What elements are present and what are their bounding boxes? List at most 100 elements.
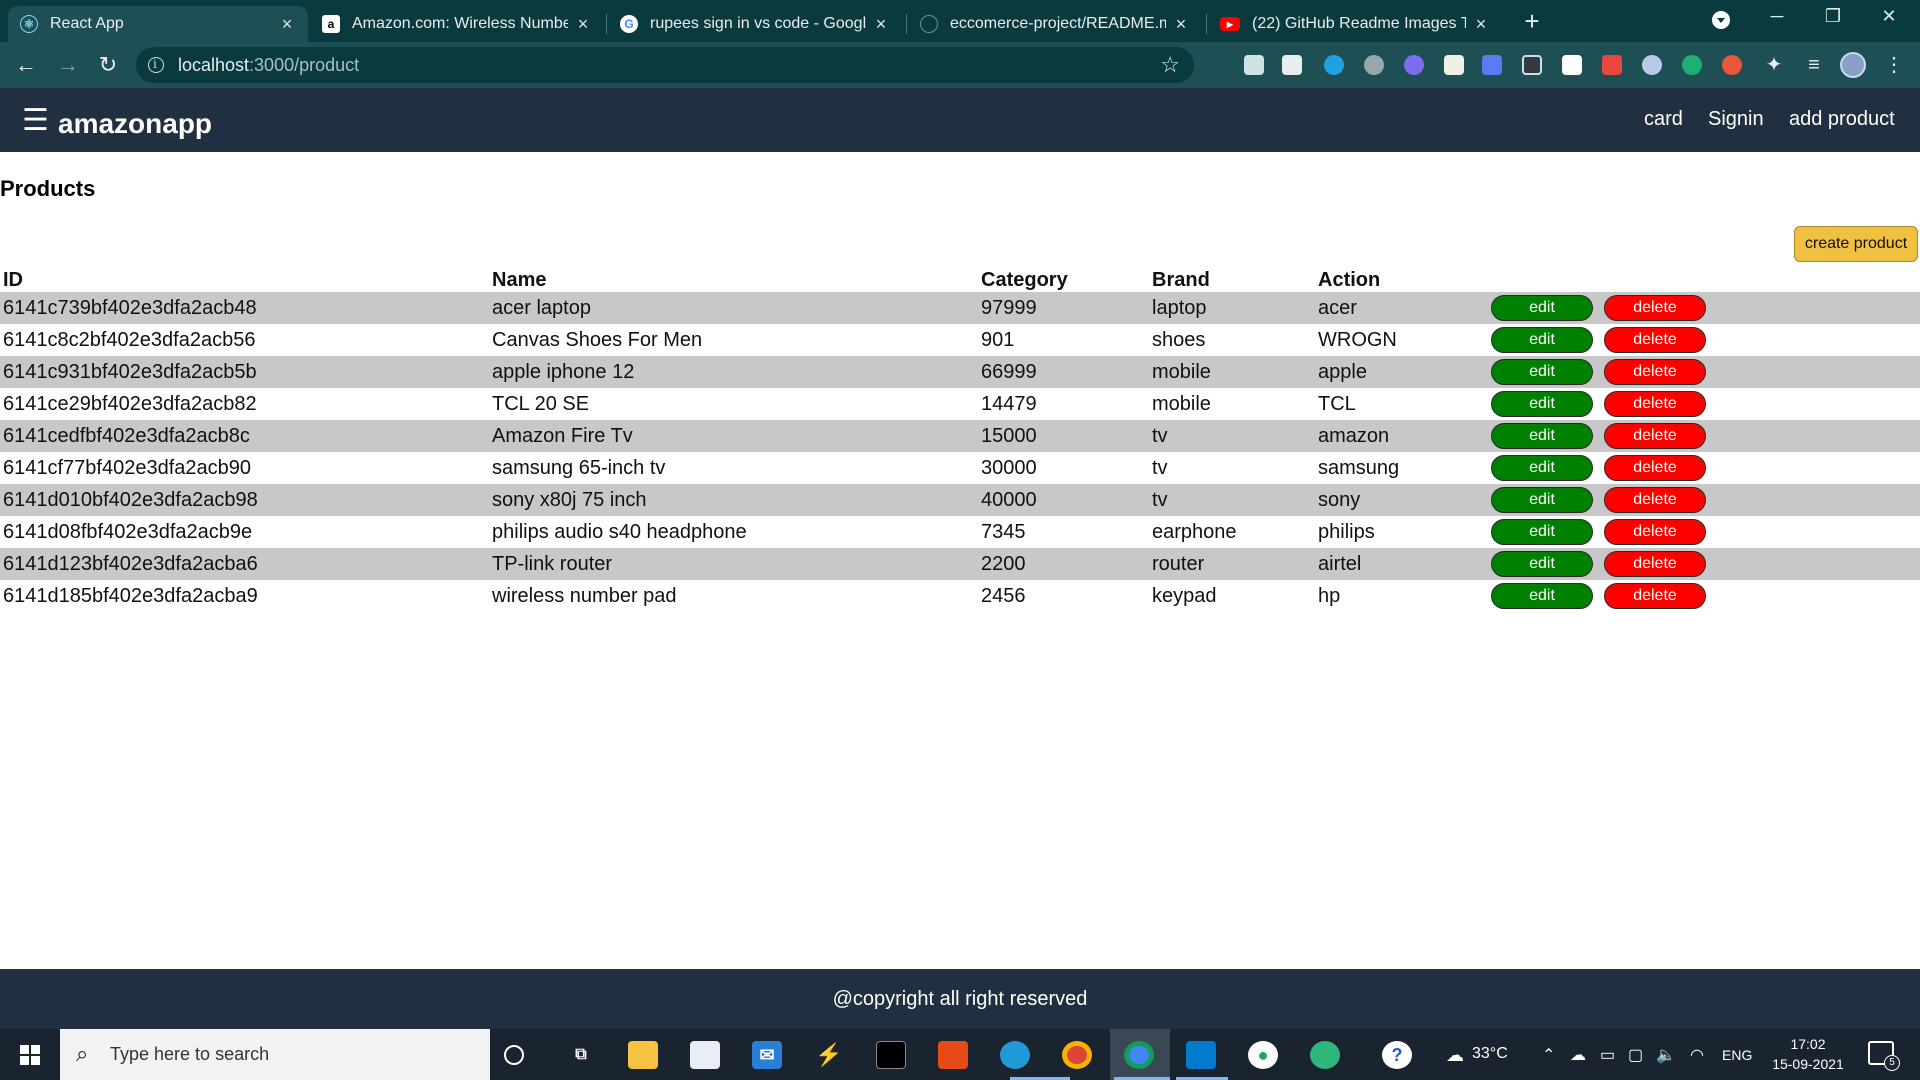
edit-button[interactable]: edit [1491,359,1593,385]
kebab-menu-icon[interactable]: ⋮ [1884,52,1904,77]
site-info-icon[interactable] [148,57,164,73]
edit-button[interactable]: edit [1491,455,1593,481]
edge-icon[interactable] [1000,1041,1030,1069]
back-arrow-icon[interactable]: ← [12,51,40,79]
tab-amazon[interactable]: a Amazon.com: Wireless Number P × [310,6,604,42]
help-icon[interactable]: ? [1382,1041,1412,1069]
language-indicator[interactable]: ENG [1722,1047,1752,1063]
device-icon[interactable]: ▢ [1628,1045,1643,1065]
app-icon[interactable]: ⚡ [814,1041,844,1069]
notification-center-icon[interactable]: 5 [1868,1041,1900,1071]
microsoft-store-icon[interactable] [690,1041,720,1069]
extension-icon[interactable] [1682,55,1702,75]
close-icon[interactable]: × [1172,14,1190,35]
weather-temp[interactable]: 33°C [1472,1045,1508,1063]
tab-react-app[interactable]: ⚛ React App × [8,6,308,42]
extension-icon[interactable] [1722,55,1742,75]
delete-button[interactable]: delete [1604,551,1706,577]
windows-start-icon[interactable] [20,1045,40,1065]
battery-icon[interactable]: ▭ [1600,1045,1615,1065]
extension-icon[interactable] [1482,55,1502,75]
delete-button[interactable]: delete [1604,391,1706,417]
weather-cloud-icon[interactable]: ☁ [1446,1045,1464,1066]
clock[interactable]: 17:02 15-09-2021 [1766,1034,1850,1074]
profile-avatar[interactable] [1840,52,1866,78]
close-icon[interactable]: × [574,14,592,35]
extension-icon[interactable] [1282,55,1302,75]
extension-icon[interactable] [1364,55,1384,75]
tab-search-icon[interactable] [1712,11,1730,29]
edit-button[interactable]: edit [1491,423,1593,449]
chrome-icon[interactable] [1062,1041,1092,1069]
brand-link[interactable]: amazonapp [58,108,212,140]
chrome-dev-icon[interactable] [1124,1041,1154,1069]
delete-button[interactable]: delete [1604,295,1706,321]
reload-icon[interactable]: ↻ [94,51,122,79]
vscode-icon[interactable] [1186,1041,1216,1069]
volume-icon[interactable]: 🔈 [1656,1045,1676,1065]
cell-action: philips [1318,520,1375,543]
delete-button[interactable]: delete [1604,487,1706,513]
clock-date: 15-09-2021 [1772,1056,1844,1072]
delete-button[interactable]: delete [1604,327,1706,353]
edit-button[interactable]: edit [1491,551,1593,577]
edit-button[interactable]: edit [1491,519,1593,545]
mongodb-compass-icon[interactable]: ● [1248,1041,1278,1069]
app-icon[interactable] [1310,1041,1340,1069]
tab-youtube[interactable]: ▶ (22) GitHub Readme Images Tuto × [1208,6,1502,42]
address-bar[interactable]: localhost:3000/product ☆ [136,47,1194,83]
url-text[interactable]: localhost:3000/product [178,55,359,76]
reading-list-icon[interactable]: ≡ [1800,51,1828,79]
onedrive-icon[interactable]: ☁ [1570,1045,1586,1065]
terminal-icon[interactable] [876,1041,906,1069]
forward-arrow-icon[interactable]: → [54,51,82,79]
delete-button[interactable]: delete [1604,583,1706,609]
delete-button[interactable]: delete [1604,423,1706,449]
extension-icon[interactable] [1522,55,1542,75]
taskbar-search-box[interactable]: ⌕ Type here to search [60,1029,490,1080]
restore-icon[interactable]: ❐ [1818,6,1848,27]
delete-button[interactable]: delete [1604,359,1706,385]
wifi-icon[interactable]: ◠ [1690,1045,1704,1065]
new-tab-button[interactable]: + [1520,8,1544,34]
create-product-button[interactable]: create product [1794,226,1918,262]
file-explorer-icon[interactable] [628,1041,658,1069]
delete-button[interactable]: delete [1604,455,1706,481]
office-icon[interactable] [938,1041,968,1069]
nav-link-card[interactable]: card [1644,108,1683,131]
extension-icon[interactable] [1562,55,1582,75]
table-row: 6141d185bf402e3dfa2acba9 wireless number … [0,580,1920,612]
extension-icon[interactable] [1404,55,1424,75]
cell-action: samsung [1318,456,1400,479]
edit-button[interactable]: edit [1491,391,1593,417]
edit-button[interactable]: edit [1491,583,1593,609]
window-close-icon[interactable]: ✕ [1874,6,1904,27]
cell-brand: laptop [1152,296,1207,319]
edit-button[interactable]: edit [1491,327,1593,353]
edit-button[interactable]: edit [1491,295,1593,321]
extension-icon[interactable] [1324,55,1344,75]
hamburger-menu-icon[interactable]: ☰ [22,106,49,136]
url-path: :3000/product [249,55,360,75]
close-icon[interactable]: × [278,14,296,35]
extension-icon[interactable] [1602,55,1622,75]
nav-link-signin[interactable]: Signin [1708,108,1764,131]
table-row: 6141cedfbf402e3dfa2acb8c Amazon Fire Tv 15… [0,420,1920,452]
extension-icon[interactable] [1444,55,1464,75]
edit-button[interactable]: edit [1491,487,1593,513]
bookmark-star-icon[interactable]: ☆ [1160,52,1180,78]
delete-button[interactable]: delete [1604,519,1706,545]
tab-google[interactable]: G rupees sign in vs code - Google S × [608,6,902,42]
minimize-icon[interactable]: ─ [1762,6,1792,27]
tab-github[interactable]: eccomerce-project/README.md × [908,6,1202,42]
cortana-icon[interactable] [504,1045,524,1065]
extension-pen-icon[interactable] [1244,55,1264,75]
task-view-icon[interactable]: ⧉ [566,1041,596,1069]
extensions-puzzle-icon[interactable]: ✦ [1760,51,1788,79]
extension-icon[interactable] [1642,55,1662,75]
close-icon[interactable]: × [872,14,890,35]
show-hidden-icons-icon[interactable]: ⌃ [1542,1045,1555,1065]
close-icon[interactable]: × [1472,14,1490,35]
nav-link-add-product[interactable]: add product [1789,108,1895,131]
mail-icon[interactable]: ✉ [752,1041,782,1069]
